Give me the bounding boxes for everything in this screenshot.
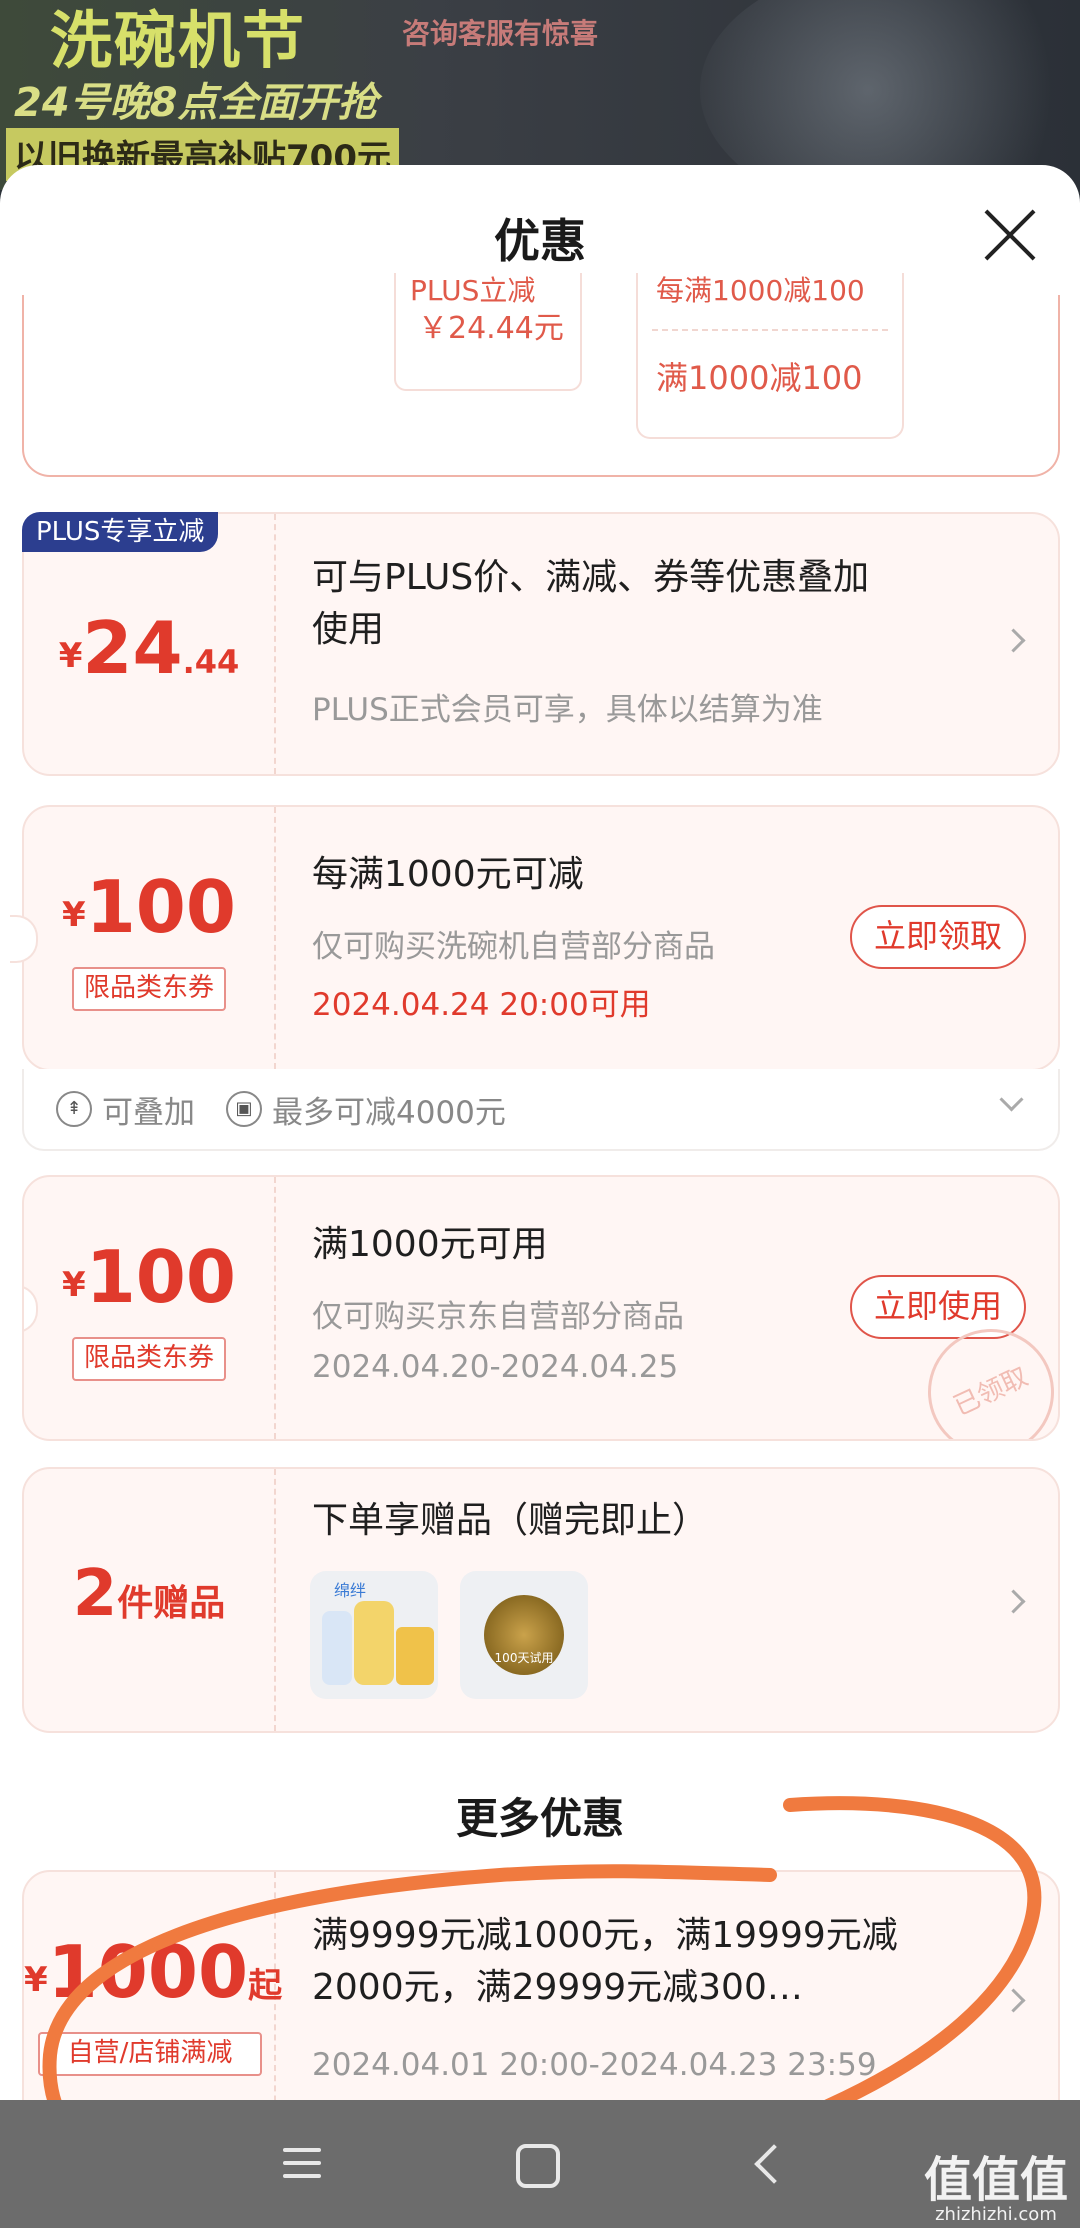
- water-splash-image: [700, 0, 1080, 190]
- watermark-brand: 值值值: [923, 2152, 1068, 2208]
- currency-symbol: ¥: [62, 895, 86, 935]
- gift-card[interactable]: 2件赠品 下单享赠品（赠完即止） 绵绊 100天试用: [22, 1467, 1060, 1733]
- discount-amount: ¥1000起: [24, 1930, 282, 2014]
- seal-icon: 100天试用: [484, 1595, 564, 1675]
- promo-banner[interactable]: 洗碗机节 24号晚8点全面开抢 以旧换新最高补贴700元 咨询客服有惊喜: [0, 0, 1080, 190]
- coupon-date: 2024.04.20-2024.04.25: [312, 1349, 679, 1385]
- gift-product-image: 绵绊: [310, 1571, 438, 1699]
- coupon-scope: 仅可购买京东自营部分商品: [312, 1299, 684, 1335]
- discount-title: 满9999元减1000元，满19999元减2000元，满29999元减300…: [312, 1915, 898, 2008]
- amount-int: 24: [82, 606, 183, 690]
- close-icon[interactable]: [980, 205, 1040, 265]
- coupon-title: 满1000元可用: [312, 1224, 548, 1265]
- amount-suffix: 起: [248, 1966, 283, 2006]
- chevron-down-icon[interactable]: [999, 1087, 1024, 1112]
- card-title: 可与PLUS价、满减、券等优惠叠加使用: [312, 557, 870, 650]
- coupon-title: 每满1000元可减: [312, 854, 584, 895]
- coupon-amount: ¥100: [24, 865, 274, 949]
- banner-subtitle: 24号晚8点全面开抢: [14, 80, 378, 126]
- chevron-right-icon[interactable]: [1001, 1988, 1026, 2013]
- coupon-scope: 仅可购买洗碗机自营部分商品: [312, 929, 715, 965]
- coupon-type-tag: 限品类东券: [72, 1337, 226, 1381]
- currency-symbol: ¥: [62, 1265, 86, 1305]
- discount-date: 2024.04.01 20:00-2024.04.23 23:59: [312, 2047, 877, 2083]
- divider: [274, 807, 276, 1069]
- coupon-card: ¥100 限品类东券 每满1000元可减 仅可购买洗碗机自营部分商品 2024.…: [10, 805, 1060, 1071]
- watermark-site: zhizhizhi.com: [935, 2204, 1057, 2225]
- gift-title: 下单享赠品（赠完即止）: [312, 1500, 709, 1541]
- currency-symbol: ¥: [24, 1960, 48, 2000]
- divider: [652, 329, 888, 331]
- system-nav-bar: 值值值 zhizhizhi.com: [0, 2100, 1080, 2228]
- sheet-title: 优惠: [494, 214, 586, 268]
- divider: [274, 1177, 276, 1439]
- coupon-icon: ▣: [226, 1091, 262, 1127]
- store-discount-card[interactable]: ¥1000起 自营/店铺满减 满9999元减1000元，满19999元减2000…: [22, 1870, 1060, 2100]
- coupon-amount: ¥100: [24, 1235, 274, 1319]
- banner-title: 洗碗机节: [50, 4, 307, 77]
- bottle-image: [322, 1611, 352, 1685]
- discount-sheet: 优惠 PLUS立减 ￥24.44元 每满1000减100 满1000减100 P…: [0, 165, 1080, 2100]
- gift-count-value: 2: [72, 1557, 118, 1631]
- discount-type-tag: 自营/店铺满减: [38, 2032, 262, 2076]
- discount-amount: ¥24.44: [24, 606, 274, 690]
- chip-value: 满1000减100: [656, 359, 863, 397]
- chip-label: 每满1000减100: [656, 274, 865, 307]
- amount-value: 100: [85, 1235, 236, 1319]
- recent-apps-icon[interactable]: [283, 2148, 321, 2178]
- bottle-image: [354, 1601, 394, 1685]
- coupon-type-tag: 限品类东券: [72, 967, 226, 1011]
- gift-count: 2件赠品: [24, 1557, 274, 1631]
- summary-card: PLUS立减 ￥24.44元 每满1000减100 满1000减100: [22, 273, 1060, 477]
- coupon-date: 2024.04.24 20:00可用: [312, 987, 651, 1023]
- home-icon[interactable]: [516, 2144, 560, 2188]
- divider: [274, 1469, 276, 1731]
- stackable-label: 可叠加: [102, 1095, 195, 1131]
- coupon-card: ¥100 限品类东券 满1000元可用 仅可购买京东自营部分商品 2024.04…: [22, 1175, 1060, 1441]
- chip-value: ￥24.44元: [418, 311, 564, 346]
- chevron-right-icon[interactable]: [1001, 628, 1026, 653]
- divider: [274, 514, 276, 774]
- coupon-details-row[interactable]: ⇞ 可叠加 ▣ 最多可减4000元: [22, 1069, 1060, 1151]
- plus-badge: PLUS专享立减: [22, 512, 219, 552]
- card-subtitle: PLUS正式会员可享，具体以结算为准: [312, 692, 823, 728]
- back-icon[interactable]: [754, 2144, 794, 2184]
- max-discount-label: 最多可减4000元: [272, 1095, 506, 1131]
- watermark: 值值值 zhizhizhi.com: [924, 2140, 1068, 2225]
- coupon-chip: 每满1000减100 满1000减100: [636, 273, 904, 439]
- trial-badge-image: 100天试用: [460, 1571, 588, 1699]
- plus-discount-chip: PLUS立减 ￥24.44元: [394, 273, 582, 391]
- trial-label: 100天试用: [494, 1651, 554, 1665]
- amount-value: 1000: [47, 1930, 249, 2014]
- gift-brand: 绵绊: [334, 1581, 367, 1600]
- more-discounts-title: 更多优惠: [455, 1794, 624, 1843]
- banner-service: 咨询客服有惊喜: [402, 17, 599, 50]
- stack-icon: ⇞: [56, 1091, 92, 1127]
- amount-value: 100: [85, 865, 236, 949]
- amount-dec: .44: [182, 643, 240, 681]
- chevron-right-icon[interactable]: [1001, 1589, 1026, 1614]
- plus-discount-card[interactable]: PLUS专享立减 ¥24.44 可与PLUS价、满减、券等优惠叠加使用 PLUS…: [22, 512, 1060, 776]
- claim-button[interactable]: 立即领取: [850, 905, 1026, 969]
- bag-image: [396, 1627, 434, 1685]
- currency-symbol: ¥: [58, 636, 83, 676]
- gift-count-unit: 件赠品: [117, 1583, 226, 1624]
